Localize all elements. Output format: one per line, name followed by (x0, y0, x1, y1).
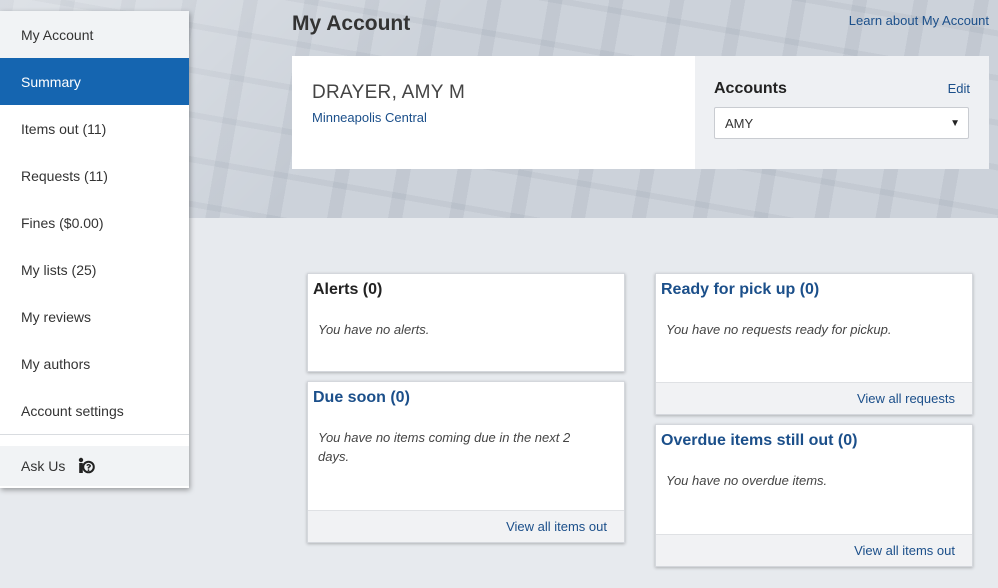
due-soon-message: You have no items coming due in the next… (318, 430, 571, 464)
overdue-footer: View all items out (656, 534, 972, 566)
accounts-select[interactable]: AMY ▼ (714, 107, 969, 139)
sidebar-item-items-out[interactable]: Items out (11) (0, 105, 189, 152)
view-all-items-out-link[interactable]: View all items out (506, 519, 607, 534)
due-soon-panel: Due soon (0) You have no items coming du… (307, 381, 625, 543)
accounts-selected-value: AMY (725, 115, 754, 131)
ready-for-pickup-footer: View all requests (656, 382, 972, 414)
sidebar-item-my-authors[interactable]: My authors (0, 340, 189, 387)
due-soon-title[interactable]: Due soon (0) (308, 382, 624, 407)
ask-us-label: Ask Us (21, 458, 66, 474)
profile-card: DRAYER, AMY M Minneapolis Central (292, 56, 695, 169)
ready-for-pickup-title[interactable]: Ready for pick up (0) (656, 274, 972, 299)
sidebar-header[interactable]: My Account (0, 11, 189, 58)
sidebar-divider (0, 434, 189, 435)
overdue-title[interactable]: Overdue items still out (0) (656, 425, 972, 450)
sidebar: My Account Summary Items out (11) Reques… (0, 11, 189, 488)
sidebar-item-my-lists[interactable]: My lists (25) (0, 246, 189, 293)
overdue-panel: Overdue items still out (0) You have no … (655, 424, 973, 567)
due-soon-footer: View all items out (308, 510, 624, 542)
learn-about-link[interactable]: Learn about My Account (849, 13, 989, 28)
info-person-icon (79, 457, 96, 474)
view-all-requests-link[interactable]: View all requests (857, 391, 955, 406)
alerts-panel: Alerts (0) You have no alerts. (307, 273, 625, 372)
sidebar-item-account-settings[interactable]: Account settings (0, 387, 189, 434)
ready-for-pickup-message: You have no requests ready for pickup. (666, 322, 892, 337)
caret-down-icon: ▼ (950, 117, 960, 129)
sidebar-item-requests[interactable]: Requests (11) (0, 152, 189, 199)
sidebar-item-summary[interactable]: Summary (0, 58, 189, 105)
sidebar-item-fines[interactable]: Fines ($0.00) (0, 199, 189, 246)
sidebar-item-my-reviews[interactable]: My reviews (0, 293, 189, 340)
accounts-card: Accounts Edit AMY ▼ (695, 56, 989, 169)
overdue-message: You have no overdue items. (666, 473, 828, 488)
alerts-title: Alerts (0) (313, 281, 383, 298)
edit-accounts-link[interactable]: Edit (948, 81, 970, 96)
page-title: My Account (292, 12, 411, 35)
patron-name: DRAYER, AMY M (312, 82, 466, 103)
view-all-overdue-items-link[interactable]: View all items out (854, 543, 955, 558)
ask-us-button[interactable]: Ask Us (0, 446, 189, 486)
accounts-title: Accounts (714, 80, 787, 97)
alerts-message: You have no alerts. (318, 322, 430, 337)
ready-for-pickup-panel: Ready for pick up (0) You have no reques… (655, 273, 973, 415)
home-branch-link[interactable]: Minneapolis Central (312, 110, 675, 125)
